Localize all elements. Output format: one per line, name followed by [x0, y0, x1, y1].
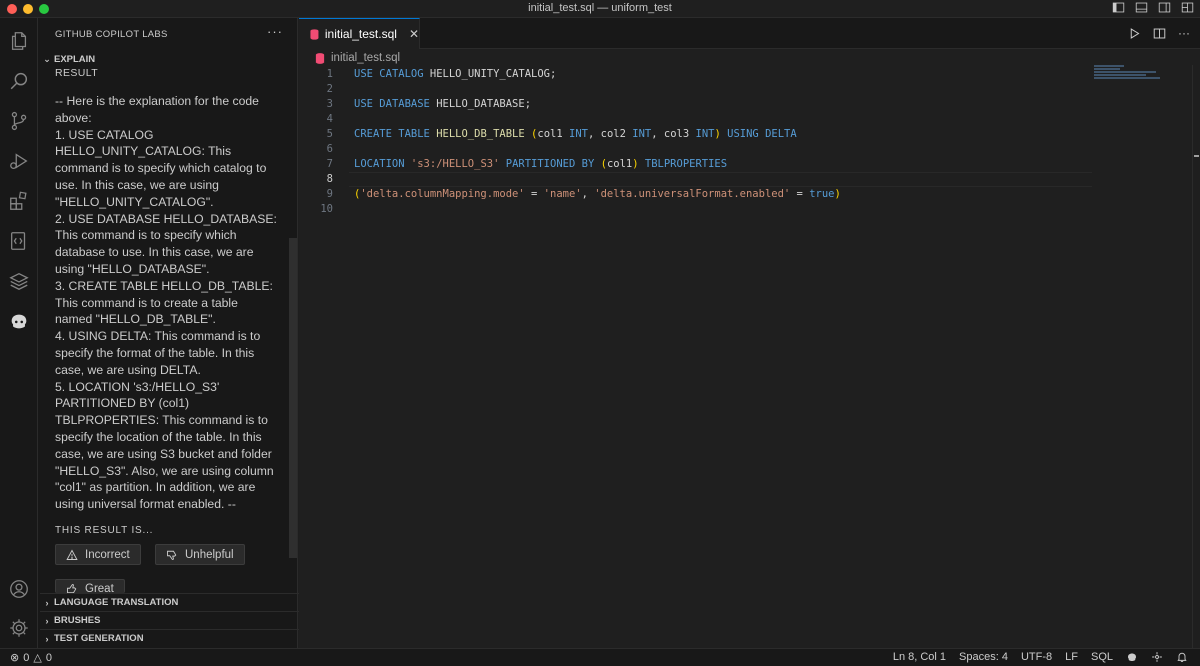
thumbs-down-icon: [167, 550, 177, 560]
line-number: 9: [326, 188, 333, 200]
layers-icon[interactable]: [8, 270, 30, 292]
more-actions-icon[interactable]: ···: [1178, 27, 1190, 40]
warning-icon: [66, 549, 78, 560]
code-line[interactable]: 9 ('delta.columnMapping.mode' = 'name', '…: [299, 187, 1092, 202]
database-file-icon: [310, 28, 319, 40]
chevron-right-icon: ›: [45, 633, 49, 644]
line-text: CREATE TABLE HELLO_DB_TABLE (col1 INT, c…: [354, 128, 797, 140]
tab-label: initial_test.sql: [324, 27, 397, 41]
problems-indicator[interactable]: ⊗ 0 △ 0: [10, 651, 52, 665]
unhelpful-label: Unhelpful: [185, 548, 234, 561]
account-icon[interactable]: [8, 578, 30, 600]
tab-initial-test-sql[interactable]: initial_test.sql ✕: [299, 18, 420, 49]
search-icon[interactable]: [8, 70, 30, 92]
unhelpful-button[interactable]: Unhelpful: [155, 544, 245, 565]
section-test-generation-label: TEST GENERATION: [54, 633, 144, 644]
split-editor-icon[interactable]: [1153, 27, 1166, 40]
line-text: USE CATALOG HELLO_UNITY_CATALOG;: [354, 68, 557, 80]
activity-bar: [0, 18, 38, 648]
feedback-prompt: THIS RESULT IS...: [55, 525, 154, 536]
toggle-primary-sidebar-icon[interactable]: [1112, 1, 1125, 14]
section-test-generation[interactable]: › TEST GENERATION: [40, 629, 299, 647]
line-number: 4: [326, 113, 333, 125]
warning-count: 0: [45, 651, 52, 664]
feedback-icon[interactable]: [1151, 651, 1163, 663]
section-brushes[interactable]: › BRUSHES: [40, 611, 299, 629]
incorrect-button[interactable]: Incorrect: [55, 544, 141, 565]
error-icon: ⊗: [10, 652, 20, 664]
editor-scrollbar[interactable]: [1192, 65, 1199, 648]
more-actions-icon[interactable]: ···: [267, 24, 283, 39]
window-title: initial_test.sql — uniform_test: [528, 2, 672, 14]
line-number: 10: [320, 203, 333, 215]
code-line[interactable]: 5 CREATE TABLE HELLO_DB_TABLE (col1 INT, …: [299, 127, 1092, 142]
great-button[interactable]: Great: [55, 579, 125, 593]
minimap[interactable]: [1094, 65, 1164, 85]
current-line-highlight: [349, 172, 1092, 187]
incorrect-label: Incorrect: [85, 548, 130, 561]
customize-layout-icon[interactable]: [1181, 1, 1194, 14]
extensions-icon[interactable]: [8, 190, 30, 212]
line-text: USE DATABASE HELLO_DATABASE;: [354, 98, 532, 110]
copilot-labs-sidebar: GITHUB COPILOT LABS ··· ⌄ EXPLAIN RESULT…: [38, 18, 299, 648]
line-number: 3: [326, 98, 333, 110]
thumbs-up-icon: [67, 583, 77, 593]
copilot-labs-icon[interactable]: [8, 310, 30, 332]
code-line[interactable]: 4: [299, 112, 1092, 127]
cursor-position[interactable]: Ln 8, Col 1: [893, 651, 946, 663]
copilot-status-icon[interactable]: [1126, 651, 1138, 663]
explorer-icon[interactable]: [8, 30, 30, 52]
database-file-icon: [315, 52, 325, 64]
line-number: 5: [326, 128, 333, 140]
run-icon[interactable]: [1128, 27, 1141, 40]
section-language-translation[interactable]: › LANGUAGE TRANSLATION: [40, 593, 299, 611]
explanation-text: -- Here is the explanation for the code …: [55, 94, 277, 512]
line-text: LOCATION 's3:/HELLO_S3' PARTITIONED BY (…: [354, 158, 728, 170]
language-mode[interactable]: SQL: [1091, 651, 1113, 663]
notifications-bell-icon[interactable]: [1176, 651, 1188, 663]
result-label: RESULT: [55, 67, 99, 79]
code-line[interactable]: 10: [299, 202, 1092, 217]
close-icon[interactable]: ✕: [409, 27, 419, 41]
title-bar: initial_test.sql — uniform_test: [0, 0, 1200, 18]
encoding[interactable]: UTF-8: [1021, 651, 1052, 663]
code-line[interactable]: 1 USE CATALOG HELLO_UNITY_CATALOG;: [299, 67, 1092, 82]
line-number: 7: [326, 158, 333, 170]
great-label: Great: [85, 583, 114, 593]
tab-bar: initial_test.sql ✕ ···: [299, 18, 1200, 49]
chevron-down-icon: ⌄: [43, 53, 51, 64]
breadcrumb: initial_test.sql: [315, 52, 400, 64]
code-line[interactable]: 7 LOCATION 's3:/HELLO_S3' PARTITIONED BY …: [299, 157, 1092, 172]
status-bar: ⊗ 0 △ 0 Ln 8, Col 1 Spaces: 4 UTF-8 LF S…: [0, 648, 1200, 666]
remote-explorer-icon[interactable]: [8, 230, 30, 252]
indentation[interactable]: Spaces: 4: [959, 651, 1008, 663]
code-line[interactable]: 2: [299, 82, 1092, 97]
line-number: 8: [326, 173, 333, 185]
code-line[interactable]: 3 USE DATABASE HELLO_DATABASE;: [299, 97, 1092, 112]
code-line[interactable]: 8: [299, 172, 1092, 187]
sidebar-title: GITHUB COPILOT LABS: [55, 29, 168, 40]
line-number: 1: [326, 68, 333, 80]
run-debug-icon[interactable]: [8, 150, 30, 172]
code-line[interactable]: 6: [299, 142, 1092, 157]
warning-icon: △: [33, 652, 42, 664]
section-brushes-label: BRUSHES: [54, 615, 101, 626]
section-language-translation-label: LANGUAGE TRANSLATION: [54, 597, 179, 608]
breadcrumb-file[interactable]: initial_test.sql: [331, 52, 400, 64]
line-number: 2: [326, 83, 333, 95]
line-number: 6: [326, 143, 333, 155]
end-of-line[interactable]: LF: [1065, 651, 1078, 663]
source-control-icon[interactable]: [8, 110, 30, 132]
sidebar-scrollbar[interactable]: [289, 238, 297, 558]
toggle-secondary-sidebar-icon[interactable]: [1158, 1, 1171, 14]
section-explain[interactable]: ⌄ EXPLAIN: [40, 51, 95, 67]
toggle-panel-icon[interactable]: [1135, 1, 1148, 14]
chevron-right-icon: ›: [45, 615, 49, 626]
line-text: ('delta.columnMapping.mode' = 'name', 'd…: [354, 188, 841, 200]
manage-gear-icon[interactable]: [8, 617, 30, 639]
error-count: 0: [23, 651, 30, 664]
chevron-right-icon: ›: [45, 597, 49, 608]
editor-area: initial_test.sql ✕ ··· initial_test.sql …: [299, 18, 1200, 648]
section-explain-label: EXPLAIN: [54, 53, 96, 65]
